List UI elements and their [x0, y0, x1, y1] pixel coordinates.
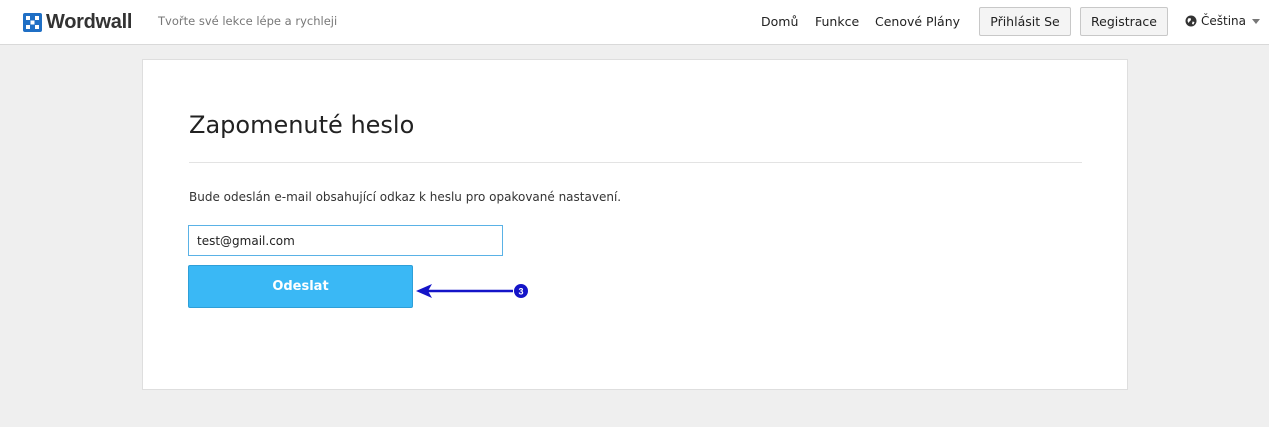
nav-link-home[interactable]: Domů	[761, 14, 798, 30]
form-description: Bude odeslán e-mail obsahující odkaz k h…	[189, 190, 622, 204]
register-button[interactable]: Registrace	[1080, 7, 1168, 36]
title-divider	[189, 162, 1082, 163]
submit-button[interactable]: Odeslat	[188, 265, 413, 308]
globe-icon	[1185, 15, 1197, 27]
wordwall-logo-icon	[23, 12, 42, 32]
forgot-password-card: Zapomenuté heslo Bude odeslán e-mail obs…	[142, 59, 1128, 390]
annotation-arrow: 3	[416, 283, 529, 299]
chevron-down-icon	[1252, 19, 1261, 24]
logo[interactable]: Wordwall	[23, 11, 132, 33]
email-field[interactable]	[188, 225, 503, 256]
tagline: Tvořte své lekce lépe a rychleji	[158, 14, 338, 28]
page-title: Zapomenuté heslo	[189, 111, 415, 139]
top-navbar: Wordwall Tvořte své lekce lépe a rychlej…	[0, 0, 1269, 45]
logo-text: Wordwall	[46, 11, 133, 33]
annotation-step-number: 3	[518, 287, 523, 297]
language-selector[interactable]: Čeština	[1185, 14, 1261, 28]
language-label: Čeština	[1201, 14, 1247, 28]
login-button[interactable]: Přihlásit Se	[979, 7, 1071, 36]
nav-link-features[interactable]: Funkce	[815, 14, 859, 30]
nav-link-pricing[interactable]: Cenové Plány	[875, 14, 960, 30]
